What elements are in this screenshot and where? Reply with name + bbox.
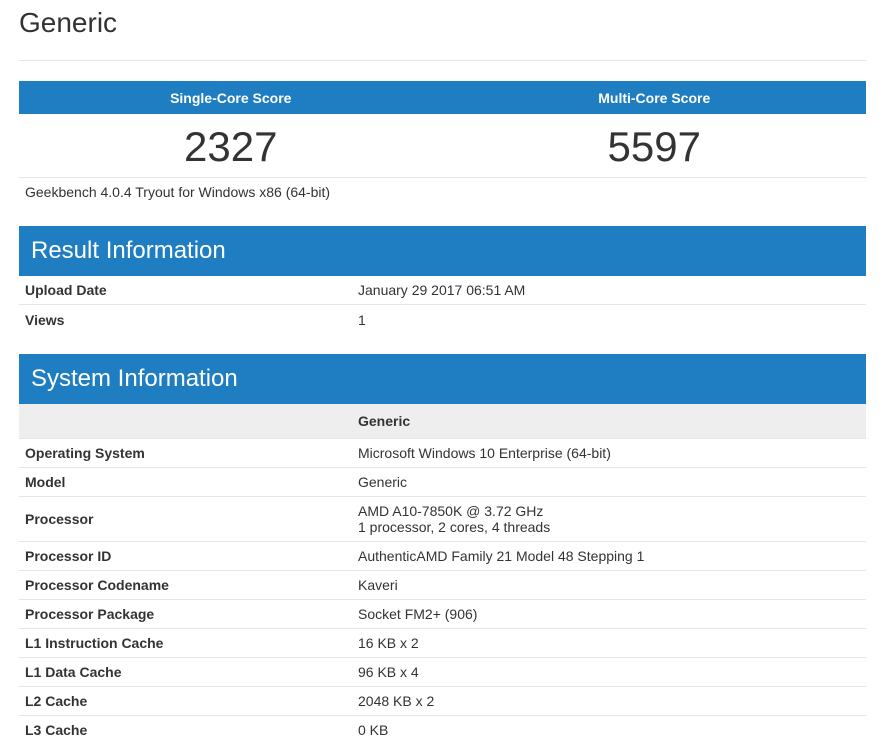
row-key: Processor Codename (25, 577, 169, 593)
row-key: Processor Package (25, 606, 155, 622)
row-value: AuthenticAMD Family 21 Model 48 Stepping… (358, 548, 645, 564)
table-row: Processor Codename Kaveri (19, 571, 866, 600)
table-row: L1 Instruction Cache 16 KB x 2 (19, 629, 866, 658)
table-row: L2 Cache 2048 KB x 2 (19, 687, 866, 716)
table-row: Processor ID AuthenticAMD Family 21 Mode… (19, 542, 866, 571)
row-value: 0 KB (358, 722, 389, 736)
row-key: Operating System (25, 445, 145, 461)
row-key: L2 Cache (25, 693, 88, 709)
table-row: L1 Data Cache 96 KB x 4 (19, 658, 866, 687)
table-row: Processor Package Socket FM2+ (906) (19, 600, 866, 629)
row-value: 1 (358, 311, 366, 328)
table-row: L3 Cache 0 KB (19, 716, 866, 736)
score-table: Single-Core Score Multi-Core Score 2327 … (19, 81, 866, 178)
row-key: L1 Instruction Cache (25, 635, 164, 651)
page-title: Generic (19, 7, 118, 38)
processor-topology: 1 processor, 2 cores, 4 threads (358, 519, 551, 535)
row-key: Model (25, 474, 66, 490)
row-key: Processor ID (25, 548, 112, 564)
multi-core-score-label: Multi-Core Score (598, 89, 711, 106)
single-core-score-value: 2327 (184, 122, 278, 170)
system-information-section: System Information Generic Operating Sys… (19, 354, 866, 736)
row-key: L1 Data Cache (25, 664, 122, 680)
row-value: Microsoft Windows 10 Enterprise (64-bit) (358, 445, 611, 461)
page: Generic Single-Core Score Multi-Core Sco… (0, 0, 896, 736)
row-value: 2048 KB x 2 (358, 693, 435, 709)
table-row: Model Generic (19, 468, 866, 497)
table-row: Processor AMD A10-7850K @ 3.72 GHz 1 pro… (19, 497, 866, 542)
result-information-heading: Result Information (19, 226, 866, 276)
system-information-heading: System Information (19, 354, 866, 404)
row-value: 16 KB x 2 (358, 635, 419, 651)
result-information-section: Result Information Upload Date January 2… (19, 226, 866, 334)
table-row: Views 1 (19, 305, 866, 334)
row-value: 96 KB x 4 (358, 664, 419, 680)
row-key: Processor (25, 511, 94, 527)
row-value: January 29 2017 06:51 AM (358, 282, 526, 298)
row-value: Socket FM2+ (906) (358, 606, 478, 622)
processor-model: AMD A10-7850K @ 3.72 GHz (358, 503, 544, 519)
benchmark-version: Geekbench 4.0.4 Tryout for Windows x86 (… (25, 184, 331, 200)
row-value: AMD A10-7850K @ 3.72 GHz 1 processor, 2 … (358, 497, 866, 541)
score-values-row: 2327 5597 (19, 114, 866, 178)
row-key: L3 Cache (25, 722, 88, 736)
title-divider (19, 60, 866, 61)
row-key: Views (25, 311, 65, 328)
system-column-header: Generic (19, 404, 866, 439)
row-value: Kaveri (358, 577, 398, 593)
score-header-row: Single-Core Score Multi-Core Score (19, 81, 866, 114)
table-row: Upload Date January 29 2017 06:51 AM (19, 276, 866, 305)
table-row: Operating System Microsoft Windows 10 En… (19, 439, 866, 468)
column-header-label: Generic (358, 413, 411, 429)
row-value: Generic (358, 474, 408, 490)
multi-core-score-value: 5597 (607, 122, 701, 170)
single-core-score-label: Single-Core Score (170, 89, 292, 106)
row-key: Upload Date (25, 282, 107, 298)
